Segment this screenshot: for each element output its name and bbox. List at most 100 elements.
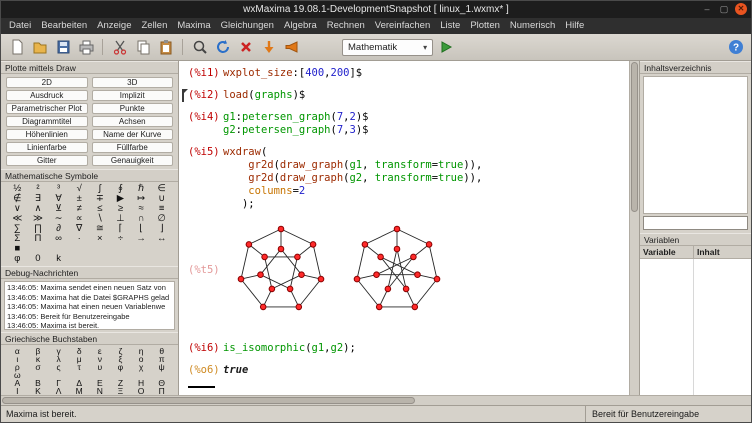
cell-label: (%i4) — [179, 111, 223, 137]
draw-button-implizit[interactable]: Implizit — [92, 90, 174, 101]
draw-button-name-der-kurve[interactable]: Name der Kurve — [92, 129, 174, 140]
menu-rechnen[interactable]: Rechnen — [322, 18, 370, 34]
symbol-button[interactable]: × — [90, 234, 111, 244]
cell-type-dropdown[interactable]: Mathematik ▾ — [342, 39, 433, 56]
draw-button-3d[interactable]: 3D — [92, 77, 174, 88]
greek-letter-button[interactable]: φ — [110, 363, 131, 371]
draw-button-grid: 2D 3D Ausdruck Implizit Parametrischer Plot P… — [1, 74, 178, 169]
symbol-button[interactable]: 0 — [28, 254, 49, 264]
horizontal-scrollbar[interactable] — [1, 395, 751, 405]
toc-list[interactable] — [643, 76, 748, 214]
debug-log[interactable]: 13:46:05: Maxima sendet einen neuen Satz… — [4, 281, 175, 330]
debug-messages-caption: Debug-Nachrichten — [1, 266, 178, 279]
draw-button-2d[interactable]: 2D — [6, 77, 88, 88]
symbol-button[interactable]: → — [131, 234, 152, 244]
menu-maxima[interactable]: Maxima — [172, 18, 215, 34]
symbol-button[interactable]: · — [69, 234, 90, 244]
menu-vereinfachen[interactable]: Vereinfachen — [370, 18, 435, 34]
code-input[interactable]: wxdraw( gr2d(draw_graph(g1, transform=tr… — [223, 146, 482, 211]
symbol-button[interactable]: ÷ — [110, 234, 131, 244]
new-document-button[interactable] — [6, 37, 27, 58]
greek-letter-button[interactable]: ψ — [151, 363, 172, 371]
draw-button-achsen[interactable]: Achsen — [92, 116, 174, 127]
code-input[interactable]: load(graphs)$ — [223, 89, 305, 102]
open-button[interactable] — [29, 37, 50, 58]
restart-maxima-icon — [215, 39, 231, 55]
menu-bearbeiten[interactable]: Bearbeiten — [36, 18, 92, 34]
menu-anzeige[interactable]: Anzeige — [92, 18, 136, 34]
variables-table-body[interactable] — [640, 259, 751, 395]
plot-cell[interactable]: (%t5) — [179, 220, 629, 320]
debug-log-line: 13:46:05: Bereit für Benutzereingabe — [7, 312, 172, 322]
code-cell[interactable]: (%i6)is_isomorphic(g1,g2); — [179, 342, 629, 355]
interrupt-button[interactable] — [235, 37, 256, 58]
greek-letter-button[interactable]: σ — [28, 363, 49, 371]
cursor-line[interactable] — [188, 386, 215, 388]
draw-button-linienfarbe[interactable]: Linienfarbe — [6, 142, 88, 153]
cell-bracket[interactable] — [182, 90, 187, 102]
copy-icon — [135, 39, 151, 55]
symbol-button[interactable]: ∞ — [48, 234, 69, 244]
cell-type-value: Mathematik — [348, 42, 397, 53]
menu-numerisch[interactable]: Numerisch — [505, 18, 560, 34]
greek-letter-button[interactable]: υ — [90, 363, 111, 371]
symbol-button[interactable]: Π — [28, 234, 49, 244]
print-button[interactable] — [75, 37, 96, 58]
draw-button-gitter[interactable]: Gitter — [6, 155, 88, 166]
restart-maxima-button[interactable] — [212, 37, 233, 58]
maximize-button[interactable]: ▢ — [718, 3, 730, 15]
variables-caption: Variablen — [640, 233, 751, 246]
draw-button-füllfarbe[interactable]: Füllfarbe — [92, 142, 174, 153]
cut-button[interactable] — [109, 37, 130, 58]
vertical-scrollbar-thumb[interactable] — [631, 62, 638, 212]
greek-letter-button[interactable]: τ — [69, 363, 90, 371]
titlebar[interactable]: wxMaxima 19.08.1-DevelopmentSnapshot [ l… — [1, 1, 751, 18]
code-cell[interactable]: (%i4)g1:petersen_graph(7,2)$g2:petersen_… — [179, 111, 629, 137]
draw-button-punkte[interactable]: Punkte — [92, 103, 174, 114]
menu-gleichungen[interactable]: Gleichungen — [216, 18, 279, 34]
vertical-scrollbar[interactable] — [629, 61, 639, 395]
draw-button-diagrammtitel[interactable]: Diagrammtitel — [6, 116, 88, 127]
symbol-button[interactable]: k — [48, 254, 69, 264]
copy-button[interactable] — [132, 37, 153, 58]
draw-button-ausdruck[interactable]: Ausdruck — [6, 90, 88, 101]
paste-button[interactable] — [155, 37, 176, 58]
minimize-button[interactable]: – — [701, 3, 713, 15]
menu-algebra[interactable]: Algebra — [279, 18, 322, 34]
code-cell[interactable]: (%i1)wxplot_size:[400,200]$ — [179, 67, 629, 80]
symbol-button[interactable]: φ — [7, 254, 28, 264]
follow-button[interactable] — [258, 37, 279, 58]
body: Plotte mittels Draw 2D3DAusdruckImplizit… — [1, 61, 751, 395]
code-cell[interactable]: (%i5)wxdraw( gr2d(draw_graph(g1, transfo… — [179, 146, 629, 211]
output-cell[interactable]: (%o6)true — [179, 364, 629, 377]
close-button[interactable]: ✕ — [735, 3, 747, 15]
code-cell[interactable]: (%i2)load(graphs)$ — [179, 89, 629, 102]
left-sidebar: Plotte mittels Draw 2D3DAusdruckImplizit… — [1, 61, 179, 395]
cell-container[interactable]: (%i1)wxplot_size:[400,200]$ (%i2)load(gra… — [179, 61, 629, 395]
greek-letter-button[interactable]: ς — [48, 363, 69, 371]
save-button[interactable] — [52, 37, 73, 58]
menu-plotten[interactable]: Plotten — [465, 18, 505, 34]
code-input[interactable]: wxplot_size:[400,200]$ — [223, 67, 362, 80]
find-button[interactable] — [189, 37, 210, 58]
menubar: DateiBearbeitenAnzeigeZellenMaximaGleich… — [1, 18, 751, 34]
help-button[interactable]: ? — [725, 37, 746, 58]
code-input[interactable]: g1:petersen_graph(7,2)$g2:petersen_graph… — [223, 111, 368, 137]
toc-filter-input[interactable] — [643, 216, 748, 230]
draw-button-parametrischer-plot[interactable]: Parametrischer Plot — [6, 103, 88, 114]
evaluate-button[interactable] — [435, 37, 456, 58]
draw-button-genauigkeit[interactable]: Genauigkeit — [92, 155, 174, 166]
status-right: Bereit für Benutzereingabe — [585, 406, 751, 422]
announce-button[interactable] — [281, 37, 302, 58]
menu-liste[interactable]: Liste — [435, 18, 465, 34]
symbol-button[interactable]: ↔ — [151, 234, 172, 244]
worksheet[interactable]: (%i1)wxplot_size:[400,200]$ (%i2)load(gra… — [179, 61, 639, 395]
menu-hilfe[interactable]: Hilfe — [560, 18, 589, 34]
draw-button-höhenlinien[interactable]: Höhenlinien — [6, 129, 88, 140]
toc-caption: Inhaltsverzeichnis — [640, 61, 751, 74]
horizontal-scrollbar-thumb[interactable] — [2, 397, 415, 404]
menu-datei[interactable]: Datei — [4, 18, 36, 34]
greek-letter-button[interactable]: χ — [131, 363, 152, 371]
menu-zellen[interactable]: Zellen — [136, 18, 172, 34]
code-input[interactable]: is_isomorphic(g1,g2); — [223, 342, 356, 355]
